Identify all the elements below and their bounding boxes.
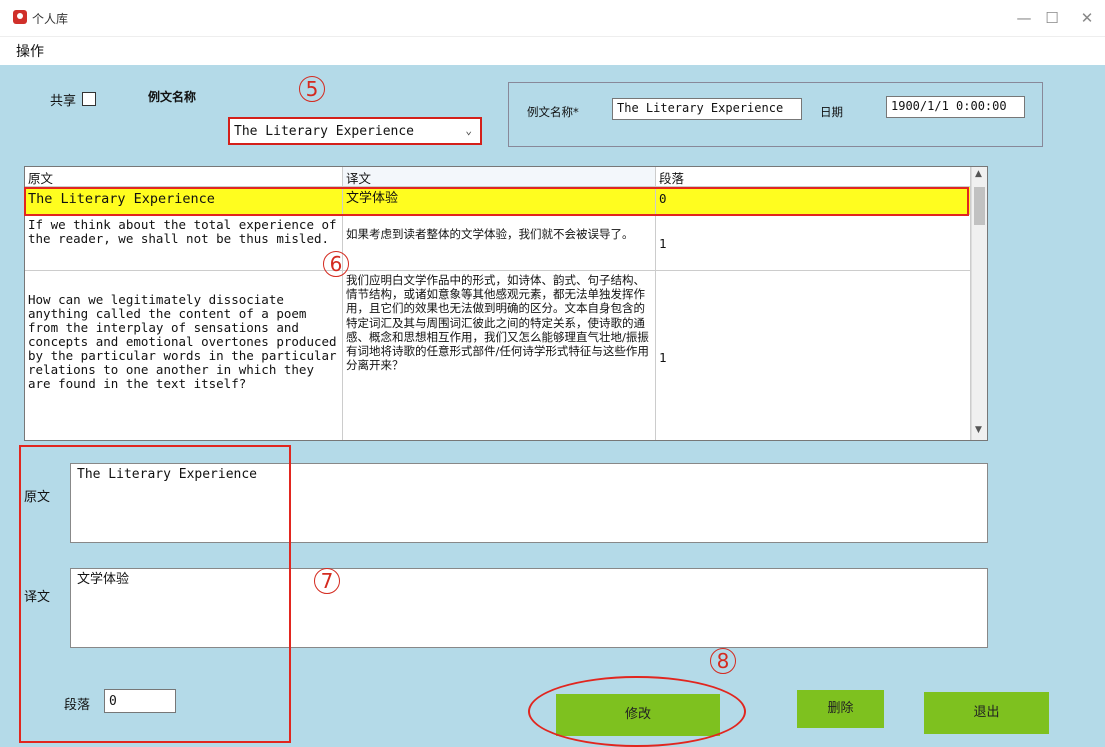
annotation-box-row [24, 187, 969, 216]
annotation-ellipse-modify [528, 676, 746, 747]
grid-row-1-paragraph[interactable]: 1 [656, 215, 971, 271]
title-bar [0, 0, 1105, 36]
grid-scrollbar-thumb[interactable] [974, 187, 985, 225]
app-icon [13, 10, 27, 24]
close-icon[interactable]: ✕ [1075, 6, 1099, 30]
exit-button[interactable]: 退出 [924, 692, 1049, 734]
grid-header-translation[interactable]: 译文 [343, 167, 656, 187]
minimize-icon[interactable]: — [1012, 6, 1036, 30]
example-name-combo-value: The Literary Experience [234, 124, 415, 139]
chevron-down-icon[interactable]: ⌄ [465, 124, 472, 137]
grid-header-source[interactable]: 原文 [25, 167, 343, 187]
annotation-box-editor [19, 445, 291, 743]
example-name-label: 例文名称 [148, 90, 197, 104]
info-date-field[interactable]: 1900/1/1 0:00:00 [886, 96, 1025, 118]
annotation-7: 7 [314, 568, 340, 594]
delete-button[interactable]: 删除 [797, 690, 884, 728]
grid-row-2-paragraph[interactable]: 1 [656, 271, 971, 440]
annotation-8: 8 [710, 648, 736, 674]
grid-row-2-translation[interactable]: 我们应明白文学作品中的形式，如诗体、韵式、句子结构、情节结构，或诸如意象等其他感… [343, 271, 656, 440]
menu-operate[interactable]: 操作 [16, 41, 44, 61]
share-label: 共享 [50, 94, 77, 109]
example-name-combo[interactable]: The Literary Experience ⌄ [228, 117, 482, 145]
grid-row-1-translation[interactable]: 如果考虑到读者整体的文学体验，我们就不会被误导了。 [343, 215, 656, 271]
annotation-5: 5 [299, 76, 325, 102]
grid-header-paragraph[interactable]: 段落 [656, 167, 971, 187]
window-title: 个人库 [32, 12, 69, 26]
info-name-label: 例文名称* [527, 105, 579, 119]
grid-row-1-source[interactable]: If we think about the total experience o… [25, 215, 343, 271]
scroll-down-icon[interactable]: ▼ [975, 425, 982, 435]
menu-bar [0, 36, 1105, 65]
maximize-icon[interactable]: ☐ [1040, 6, 1064, 30]
scroll-up-icon[interactable]: ▲ [975, 169, 982, 179]
share-checkbox[interactable] [82, 92, 96, 106]
grid-row-2-source[interactable]: How can we legitimately dissociate anyth… [25, 271, 343, 440]
info-date-label: 日期 [820, 105, 843, 119]
annotation-6: 6 [323, 251, 349, 277]
info-name-field[interactable]: The Literary Experience [612, 98, 802, 120]
